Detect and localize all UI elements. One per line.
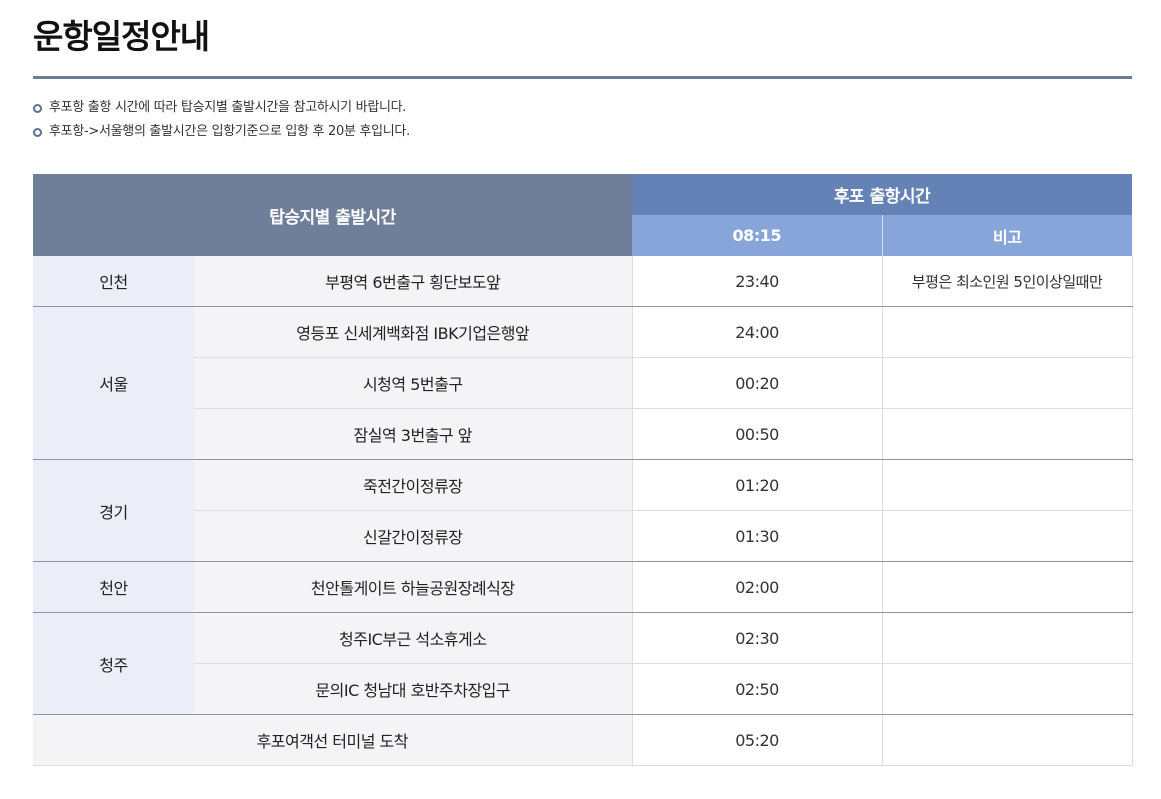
region-cell: 천안 [33,561,194,613]
arrival-note-cell [881,714,1133,766]
title-divider [33,76,1132,79]
stop-cell: 영등포 신세계백화점 IBK기업은행앞 [194,306,633,358]
note-cell [881,408,1133,460]
note-cell [881,612,1133,664]
header-hupo-departure: 후포 출항시간 [632,174,1133,215]
page: 운항일정안내 후포항 출항 시간에 따라 탑승지별 출발시간을 참고하시기 바랍… [0,0,1161,799]
table-row: 문의IC 청남대 호반주차장입구 02:50 [33,663,1133,715]
stop-cell: 죽전간이정류장 [194,459,633,511]
stop-cell: 문의IC 청남대 호반주차장입구 [194,663,633,715]
region-cell: 인천 [33,256,194,307]
table-row: 경기 죽전간이정류장 01:20 [33,459,1133,562]
note-cell [881,663,1133,715]
note-cell: 부평은 최소인원 5인이상일때만 [881,256,1133,307]
ring-bullet-icon [33,104,42,113]
note-cell [881,459,1133,511]
arrival-time-cell: 05:20 [631,714,883,766]
notice-text: 후포항->서울행의 출발시간은 입항기준으로 입항 후 20분 후입니다. [49,124,410,139]
note-cell [881,510,1133,562]
header-boarding-departure: 탑승지별 출발시간 [33,174,633,256]
stop-cell: 신갈간이정류장 [194,510,633,562]
notice-text: 후포항 출항 시간에 따라 탑승지별 출발시간을 참고하시기 바랍니다. [49,100,407,115]
note-cell [881,561,1133,613]
table-row: 시청역 5번출구 00:20 [33,357,1133,409]
table-row: 잠실역 3번출구 앞 00:50 [33,408,1133,460]
stop-cell: 잠실역 3번출구 앞 [194,408,633,460]
time-cell: 02:30 [631,612,883,664]
table-row: 서울 영등포 신세계백화점 IBK기업은행앞 24:00 [33,306,1133,460]
table-row-arrival: 후포여객선 터미널 도착 05:20 [33,714,1133,766]
table-row: 인천 부평역 6번출구 횡단보도앞 23:40 부평은 최소인원 5인이상일때만 [33,256,1133,307]
time-cell: 24:00 [631,306,883,358]
time-cell: 01:20 [631,459,883,511]
notice-list: 후포항 출항 시간에 따라 탑승지별 출발시간을 참고하시기 바랍니다. 후포항… [33,96,410,144]
region-cell: 서울 [33,306,194,460]
table-row: 신갈간이정류장 01:30 [33,510,1133,562]
time-cell: 01:30 [631,510,883,562]
time-cell: 00:50 [631,408,883,460]
time-cell: 02:50 [631,663,883,715]
note-cell [881,306,1133,358]
schedule-table: 탑승지별 출발시간 후포 출항시간 08:15 비고 인천 부평역 6번출구 횡… [33,174,1133,766]
header-departure-time: 08:15 [632,215,883,256]
ring-bullet-icon [33,128,42,137]
stop-cell: 부평역 6번출구 횡단보도앞 [194,256,633,307]
region-cell: 경기 [33,459,194,562]
time-cell: 23:40 [631,256,883,307]
notice-item: 후포항->서울행의 출발시간은 입항기준으로 입항 후 20분 후입니다. [33,120,410,144]
page-title: 운항일정안내 [33,17,210,56]
stop-cell: 천안톨게이트 하늘공원장례식장 [194,561,633,613]
stop-cell: 청주IC부근 석소휴게소 [194,612,633,664]
stop-cell: 시청역 5번출구 [194,357,633,409]
table-row: 청주 청주IC부근 석소휴게소 02:30 [33,612,1133,715]
note-cell [881,357,1133,409]
notice-item: 후포항 출항 시간에 따라 탑승지별 출발시간을 참고하시기 바랍니다. [33,96,410,120]
arrival-cell: 후포여객선 터미널 도착 [33,714,633,766]
time-cell: 02:00 [631,561,883,613]
header-note: 비고 [881,215,1133,256]
table-row: 천안 천안톨게이트 하늘공원장례식장 02:00 [33,561,1133,613]
time-cell: 00:20 [631,357,883,409]
region-cell: 청주 [33,612,194,715]
